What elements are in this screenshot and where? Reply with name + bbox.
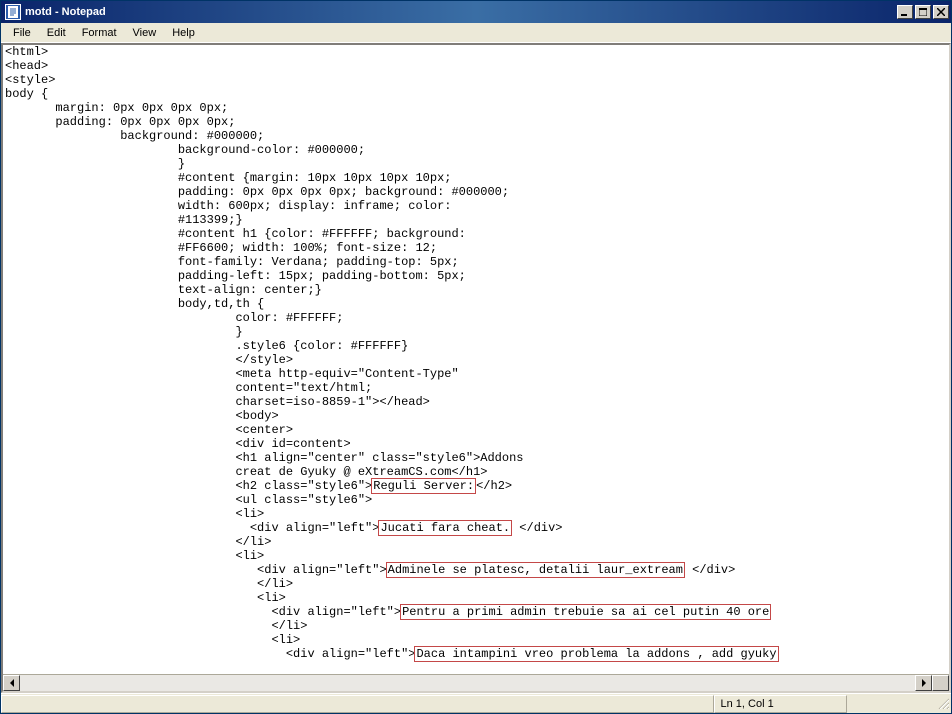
scroll-right-button[interactable] xyxy=(915,675,932,691)
highlight-reguli-server: Reguli Server: xyxy=(371,478,476,494)
scroll-track[interactable] xyxy=(20,675,915,691)
scroll-left-button[interactable] xyxy=(3,675,20,691)
notepad-window: motd - Notepad File Edit Format View Hel… xyxy=(0,0,952,714)
statusbar: Ln 1, Col 1 xyxy=(1,693,951,713)
text-editor[interactable]: <html> <head> <style> body { margin: 0px… xyxy=(3,45,949,674)
minimize-button[interactable] xyxy=(897,5,913,19)
notepad-icon xyxy=(5,4,21,20)
highlight-adminele: Adminele se platesc, detalii laur_extrea… xyxy=(386,562,685,578)
editor-container: <html> <head> <style> body { margin: 0px… xyxy=(1,43,951,693)
menu-edit[interactable]: Edit xyxy=(39,25,74,41)
menubar: File Edit Format View Help xyxy=(1,23,951,43)
resize-grip-icon[interactable] xyxy=(847,697,952,711)
menu-help[interactable]: Help xyxy=(164,25,203,41)
maximize-button[interactable] xyxy=(915,5,931,19)
horizontal-scrollbar[interactable] xyxy=(3,674,949,691)
status-position: Ln 1, Col 1 xyxy=(714,695,847,713)
menu-view[interactable]: View xyxy=(125,25,165,41)
scroll-corner xyxy=(932,675,949,691)
highlight-pentru: Pentru a primi admin trebuie sa ai cel p… xyxy=(400,604,771,620)
editor-content[interactable]: <html> <head> <style> body { margin: 0px… xyxy=(3,45,949,661)
menu-format[interactable]: Format xyxy=(74,25,125,41)
window-title: motd - Notepad xyxy=(25,6,897,18)
highlight-jucati: Jucati fara cheat. xyxy=(378,520,512,536)
highlight-daca: Daca intampini vreo problema la addons ,… xyxy=(414,646,778,662)
menu-file[interactable]: File xyxy=(5,25,39,41)
titlebar[interactable]: motd - Notepad xyxy=(1,1,951,23)
status-panel-empty xyxy=(1,695,714,713)
close-button[interactable] xyxy=(933,5,949,19)
